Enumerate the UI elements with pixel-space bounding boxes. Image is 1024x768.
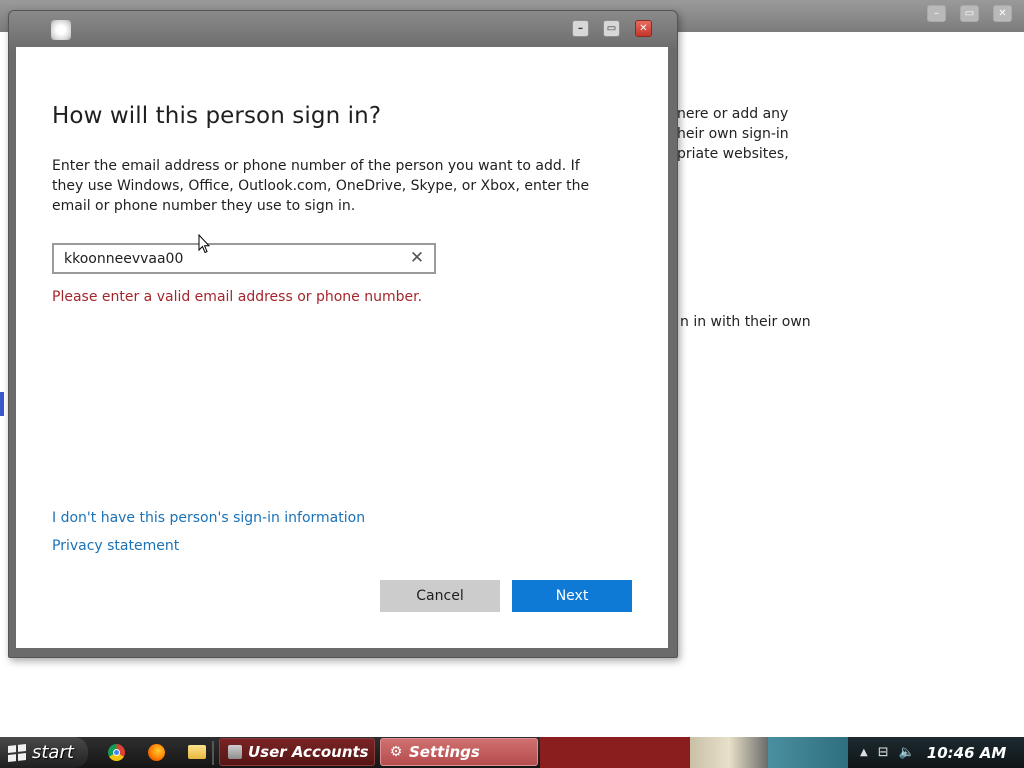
background-text-line: nere or add any [677, 106, 789, 122]
network-icon[interactable]: ⊟ [878, 745, 889, 760]
maximize-button[interactable]: ▭ [603, 20, 620, 37]
user-accounts-icon [228, 745, 242, 759]
show-hidden-icons-arrow-icon[interactable]: ▲ [860, 747, 868, 758]
validation-error: Please enter a valid email address or ph… [52, 289, 423, 305]
background-text-block: nere or add any heir own sign-in priate we… [677, 104, 789, 164]
taskbar-item-settings[interactable]: ⚙ Settings [380, 738, 538, 766]
privacy-statement-link[interactable]: Privacy statement [52, 538, 179, 554]
close-button[interactable]: ✕ [635, 20, 652, 37]
taskbar-wallpaper-segment [690, 737, 768, 768]
bg-maximize-button[interactable]: ▭ [960, 5, 979, 22]
taskbar-item-label: User Accounts [248, 743, 369, 761]
dialog-content [16, 47, 668, 648]
taskbar: start User Accounts ⚙ Settings ▲ ⊟ 🔈 10:… [0, 737, 1024, 768]
clock[interactable]: 10:46 AM [927, 744, 1007, 762]
email-or-phone-input[interactable] [64, 249, 394, 269]
background-selection-marker [0, 392, 4, 416]
taskbar-separator [212, 741, 214, 765]
background-text-line: priate websites, [677, 146, 789, 162]
mouse-cursor-icon [198, 234, 210, 254]
background-window-controls: – ▭ ✕ [927, 5, 1012, 22]
firefox-icon[interactable] [148, 744, 165, 761]
dialog-heading: How will this person sign in? [52, 103, 382, 129]
volume-icon[interactable]: 🔈 [899, 745, 915, 760]
gear-icon: ⚙ [389, 744, 403, 760]
app-icon [51, 20, 71, 40]
background-text-line: heir own sign-in [677, 126, 789, 142]
dialog-description: Enter the email address or phone number … [52, 158, 590, 214]
clear-icon[interactable]: ✕ [409, 250, 425, 267]
bg-close-button[interactable]: ✕ [993, 5, 1012, 22]
taskbar-wallpaper-segment [540, 737, 690, 768]
windows-logo-icon [8, 743, 26, 762]
email-or-phone-field[interactable]: ✕ [52, 243, 436, 274]
taskbar-item-user-accounts[interactable]: User Accounts [219, 738, 375, 766]
no-sign-in-info-link[interactable]: I don't have this person's sign-in infor… [52, 510, 365, 526]
start-label: start [32, 742, 74, 763]
start-button[interactable]: start [0, 737, 88, 768]
taskbar-item-label: Settings [409, 743, 480, 761]
cancel-button[interactable]: Cancel [380, 580, 500, 612]
background-text-line: n in with their own [680, 314, 811, 330]
chrome-icon[interactable] [108, 744, 125, 761]
minimize-button[interactable]: – [572, 20, 589, 37]
next-button[interactable]: Next [512, 580, 632, 612]
system-tray: ▲ ⊟ 🔈 10:46 AM [848, 737, 1024, 768]
folder-icon[interactable] [188, 745, 206, 759]
bg-minimize-button[interactable]: – [927, 5, 946, 22]
taskbar-wallpaper-segment [768, 737, 848, 768]
